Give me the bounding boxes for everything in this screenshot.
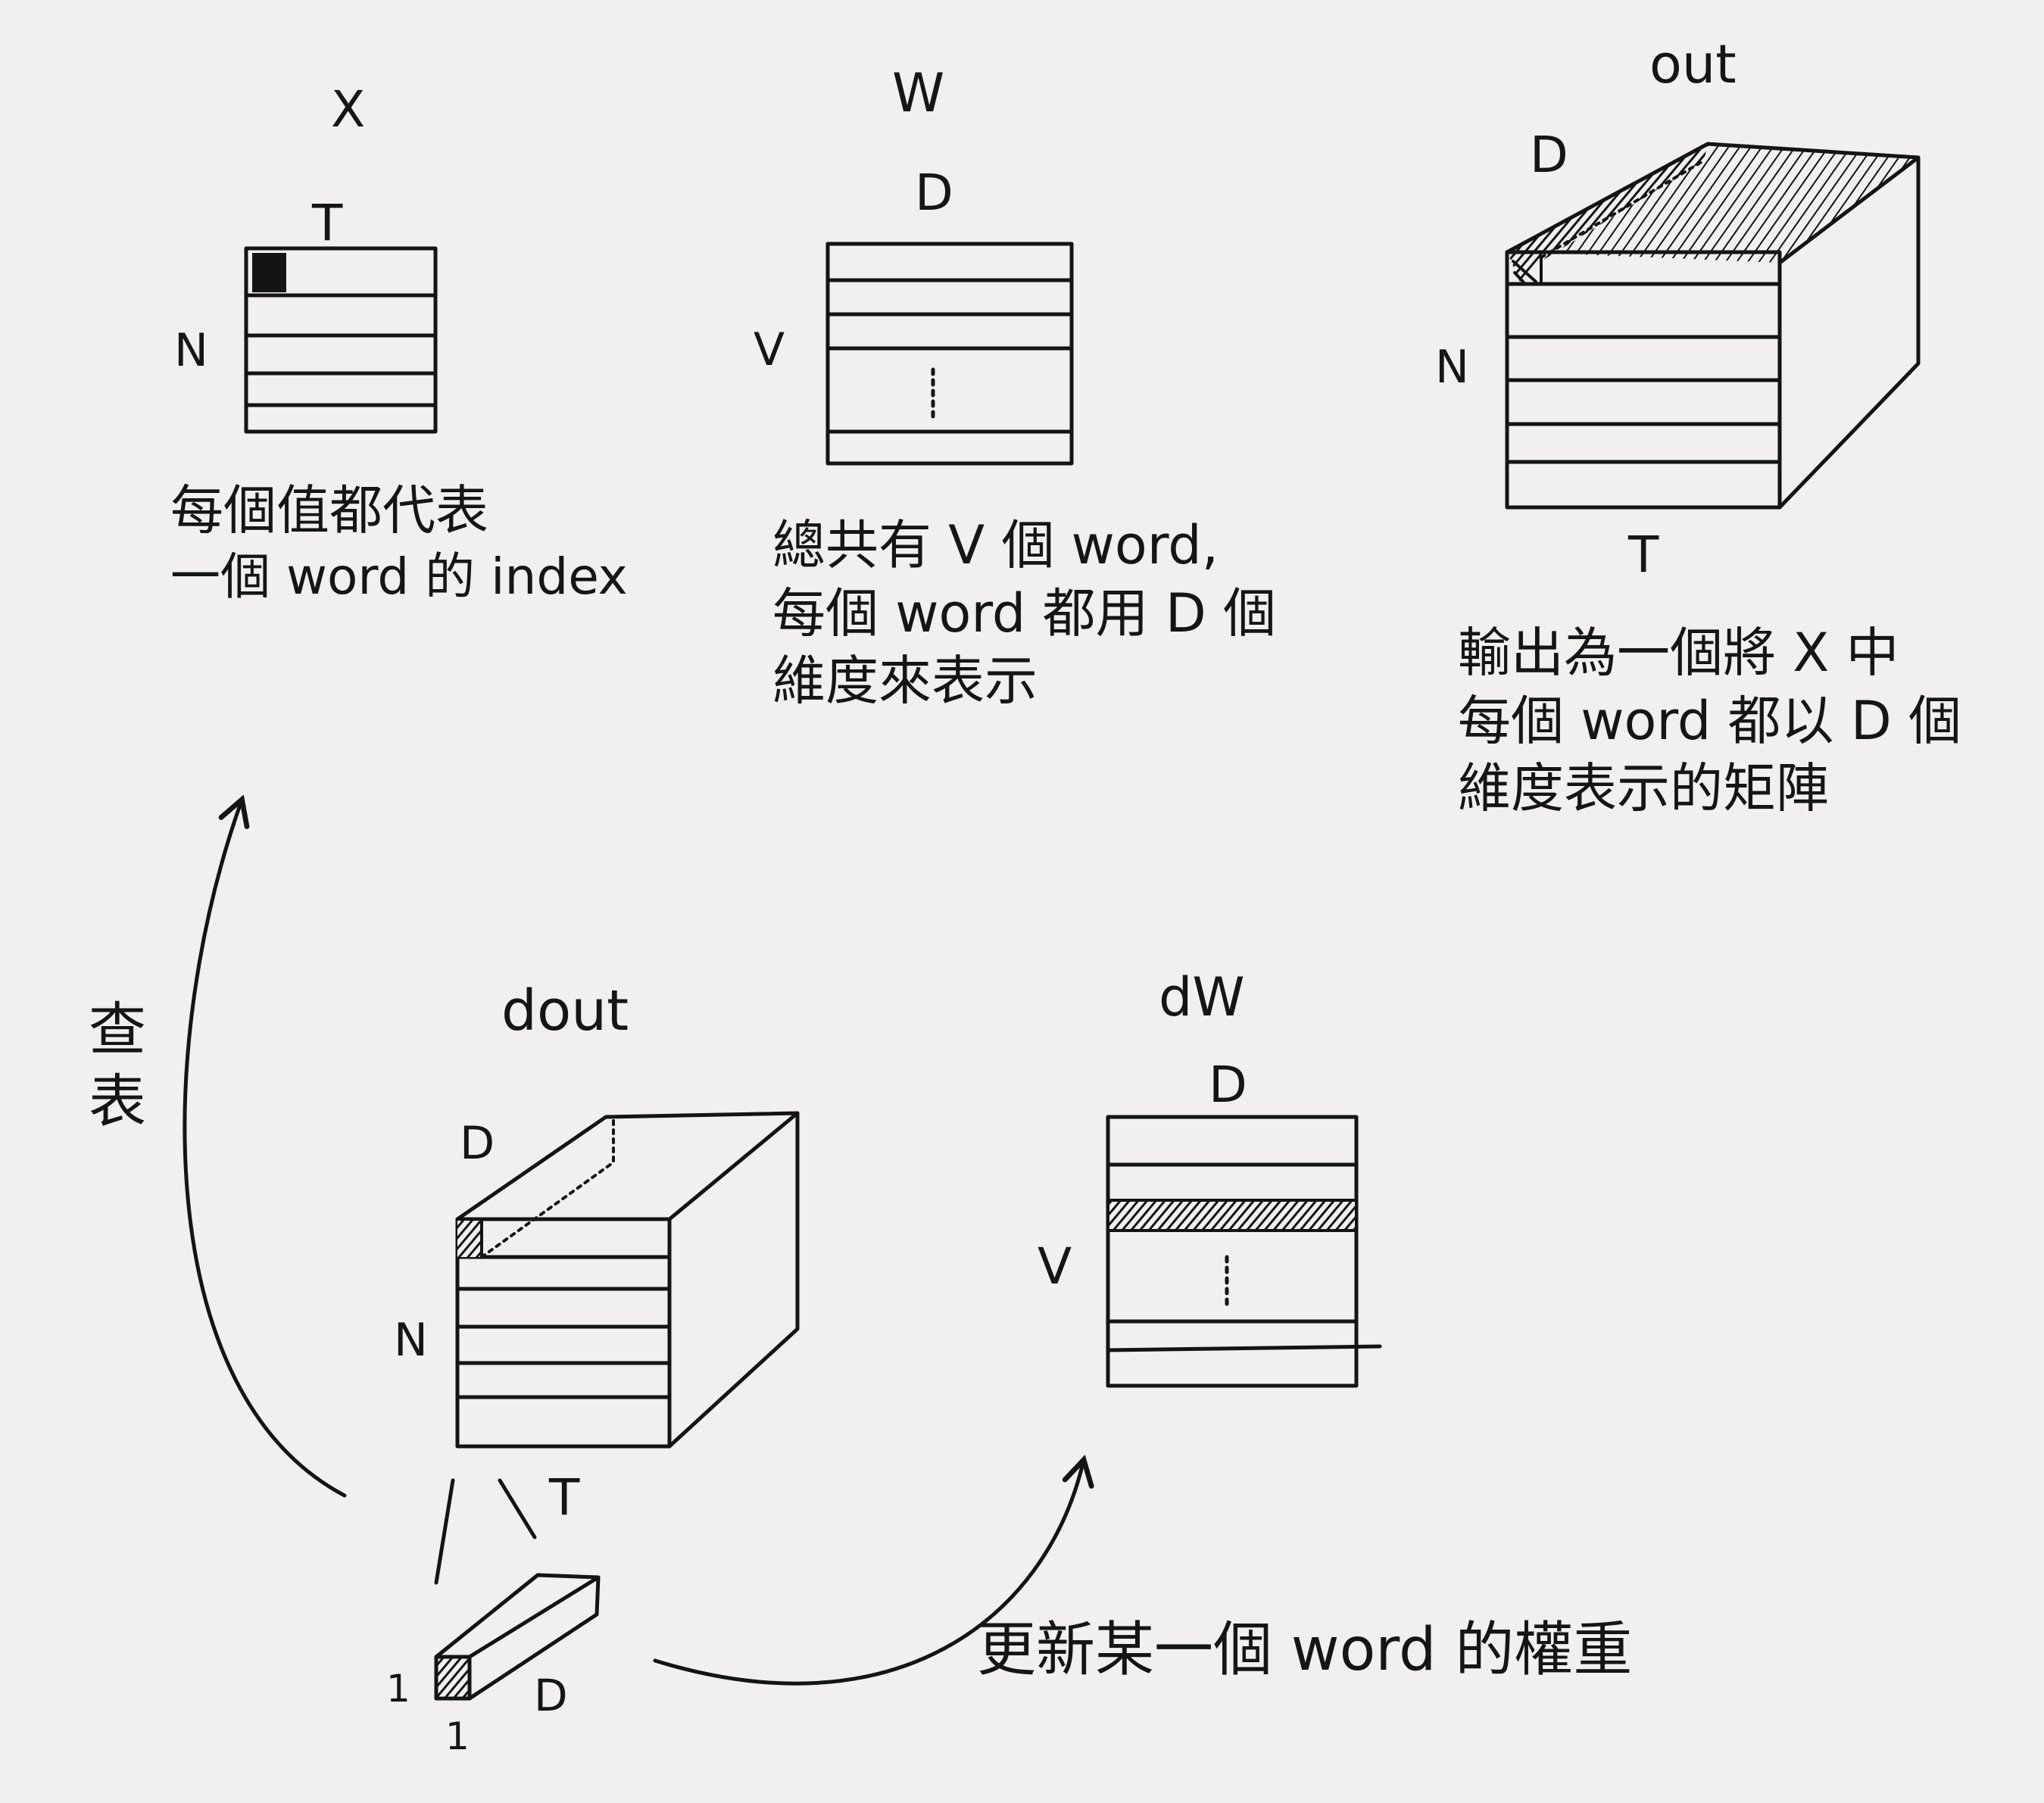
out-title: out [1649, 33, 1737, 95]
dout-cols-label: T [549, 1468, 580, 1527]
dout-rows-label: N [394, 1314, 428, 1367]
dw-cols-label: D [1209, 1056, 1247, 1114]
x-title: X [331, 80, 366, 139]
out-caption-line: 輸出為一個將 X 中 [1458, 622, 1899, 684]
diagram-drawing [183, 142, 1921, 1701]
dw-rows-label: V [1038, 1237, 1072, 1296]
w-cols-label: D [915, 164, 953, 222]
x-caption-line: 每個值都代表 [170, 479, 488, 541]
dw-title: dW [1159, 966, 1245, 1028]
out-rows-label: N [1435, 341, 1469, 394]
slice-depth-label: D [534, 1670, 568, 1721]
w-caption-line: 維度來表示 [772, 650, 1038, 713]
x-rows-label: N [174, 324, 208, 377]
w-matrix [825, 242, 1074, 466]
w-title: W [892, 62, 945, 124]
dw-updated-row [1106, 1199, 1358, 1232]
x-caption: 每個值都代表 一個 word 的 index [170, 477, 628, 609]
w-caption: 總共有 V 個 word, 每個 word 都用 D 個 維度來表示 [772, 512, 1276, 716]
out-caption-line: 維度表示的矩陣 [1458, 757, 1829, 820]
update-label: 更新某一個 word 的權重 [977, 1616, 1633, 1684]
lookup-arrow [183, 794, 347, 1498]
out-cols-label: T [1628, 526, 1659, 584]
out-cube [1505, 142, 1921, 510]
out-caption: 輸出為一個將 X 中 每個 word 都以 D 個 維度表示的矩陣 [1458, 619, 1961, 823]
x-cols-label: T [312, 194, 343, 252]
x-matrix [244, 246, 438, 434]
w-rows-label: V [754, 323, 785, 376]
lookup-label: 查表 [89, 996, 146, 1135]
dw-matrix [1106, 1115, 1382, 1388]
dout-cube [455, 1111, 800, 1449]
dout-depth-label: D [460, 1117, 495, 1170]
diagram-canvas: X T N 每個值都代表 一個 word 的 index W D V 總共有 V… [0, 0, 2044, 1803]
w-caption-line: 總共有 V 個 word, [772, 514, 1219, 576]
w-caption-line: 每個 word 都用 D 個 [772, 582, 1276, 644]
out-depth-label: D [1530, 126, 1568, 184]
x-caption-line: 一個 word 的 index [170, 547, 628, 606]
out-caption-line: 每個 word 都以 D 個 [1458, 689, 1961, 752]
slice-height-label: 1 [386, 1667, 410, 1711]
dout-title: dout [501, 978, 629, 1043]
slice-width-label: 1 [445, 1714, 470, 1758]
x-highlight-cell [252, 253, 286, 292]
